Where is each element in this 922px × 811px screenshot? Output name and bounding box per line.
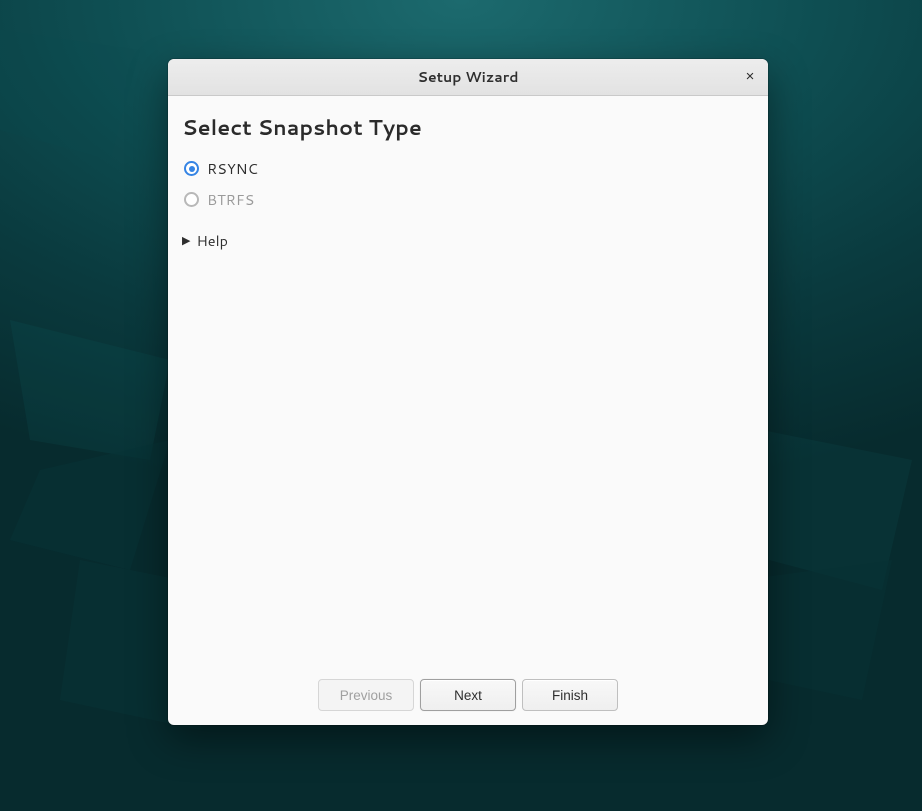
radio-label: BTRFS: [207, 189, 254, 210]
close-button[interactable]: ×: [738, 65, 762, 89]
desktop-background: Setup Wizard × Select Snapshot Type RSYN…: [0, 0, 922, 811]
radio-indicator-icon: [184, 161, 199, 176]
chevron-right-icon: ▶: [182, 235, 190, 246]
radio-option-btrfs: BTRFS: [184, 189, 754, 210]
background-shard: [0, 30, 160, 230]
dialog-content: Select Snapshot Type RSYNC BTRFS ▶ Help …: [168, 96, 768, 725]
radio-option-rsync[interactable]: RSYNC: [184, 158, 754, 179]
help-label: Help: [196, 230, 227, 251]
window-title: Setup Wizard: [418, 67, 519, 87]
radio-indicator-icon: [184, 192, 199, 207]
next-button[interactable]: Next: [420, 679, 516, 711]
radio-label: RSYNC: [207, 158, 258, 179]
snapshot-type-radio-group: RSYNC BTRFS: [184, 158, 754, 210]
wizard-button-bar: Previous Next Finish: [182, 669, 754, 725]
finish-button[interactable]: Finish: [522, 679, 618, 711]
spacer: [182, 251, 754, 669]
setup-wizard-dialog: Setup Wizard × Select Snapshot Type RSYN…: [168, 59, 768, 725]
help-expander[interactable]: ▶ Help: [182, 230, 754, 251]
page-heading: Select Snapshot Type: [182, 112, 754, 142]
titlebar[interactable]: Setup Wizard ×: [168, 59, 768, 96]
previous-button: Previous: [318, 679, 414, 711]
